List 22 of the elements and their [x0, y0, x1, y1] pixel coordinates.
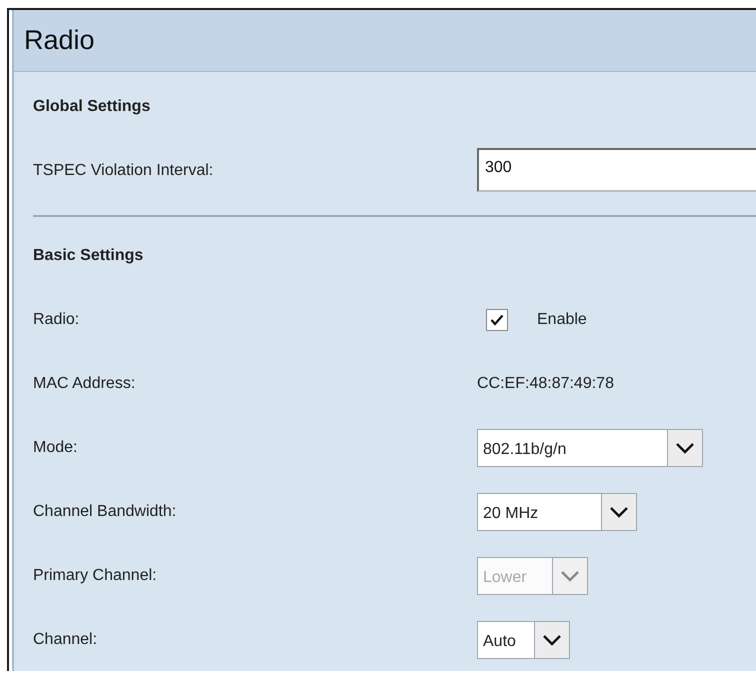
field-label: Channel: [32, 631, 98, 649]
checkbox[interactable] [486, 309, 508, 331]
field-label: Channel Bandwidth: [32, 503, 178, 521]
section-heading: Global Settings [32, 98, 150, 116]
checkbox-label: Enable [537, 311, 587, 329]
chevron-icon [675, 442, 695, 454]
page-title: Radio [24, 25, 95, 56]
chevron-icon [560, 570, 580, 582]
dropdown[interactable]: Auto [477, 621, 570, 659]
field-label: Radio: [32, 311, 80, 329]
field-label: Primary Channel: [32, 567, 158, 585]
field-label: TSPEC Violation Interval: [32, 162, 214, 180]
field-label: MAC Address: [32, 375, 136, 393]
field-value: CC:EF:48:87:49:78 [477, 375, 614, 393]
checkmark-icon [490, 314, 504, 326]
input-field[interactable]: 300 [477, 148, 756, 192]
chevron-icon [542, 634, 562, 646]
section-heading: Basic Settings [32, 247, 144, 265]
field-label: Mode: [32, 439, 78, 457]
chevron-icon [609, 506, 629, 518]
dropdown[interactable]: 20 MHz [477, 493, 637, 531]
dropdown[interactable]: 802.11b/g/n [477, 429, 703, 467]
